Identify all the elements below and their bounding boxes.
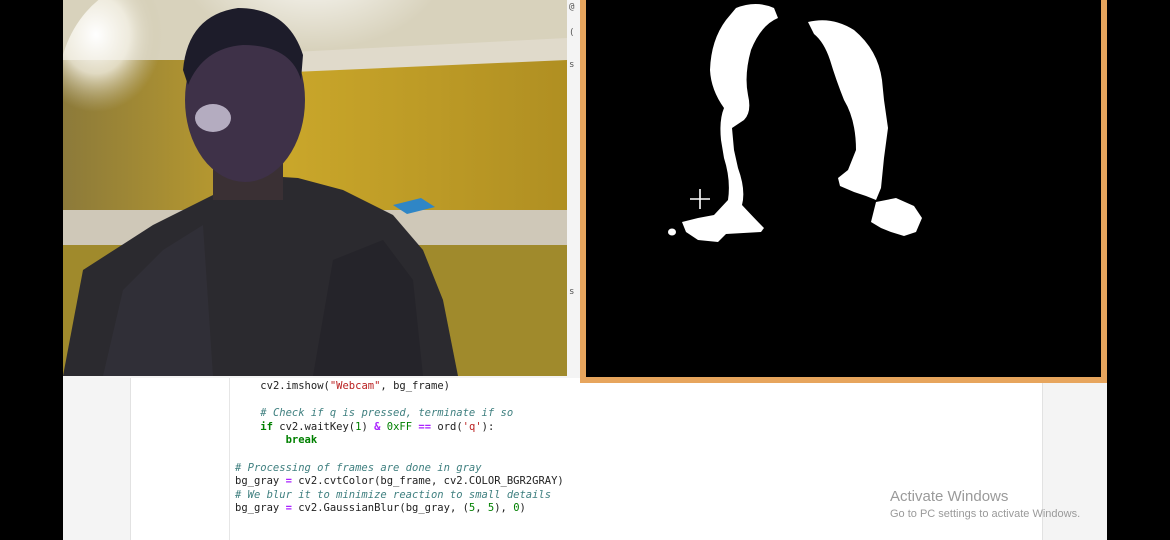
code-token: # Check if q is pressed, terminate if so [260, 407, 514, 420]
code-token: ord( [431, 420, 463, 433]
code-line[interactable]: if cv2.waitKey(1) & 0xFF == ord('q'): [235, 421, 564, 435]
code-line[interactable]: # Check if q is pressed, terminate if so [235, 407, 564, 421]
background-text-fragment: s [569, 60, 575, 70]
background-text-fragment: s [569, 287, 575, 297]
webcam-window[interactable] [63, 0, 567, 376]
code-token: , [475, 502, 488, 515]
code-line[interactable]: bg_gray = cv2.GaussianBlur(bg_gray, (5, … [235, 502, 564, 516]
code-token: == [418, 420, 432, 433]
code-line[interactable]: # We blur it to minimize reaction to sma… [235, 489, 564, 503]
mask-window[interactable] [580, 0, 1107, 383]
code-token: cv2.GaussianBlur(bg_gray, ( [291, 502, 469, 515]
code-token: # We blur it to minimize reaction to sma… [235, 488, 552, 501]
code-token: # Processing of frames are done in gray [235, 461, 482, 474]
code-token: cv2.imshow( [260, 380, 330, 392]
code-token: 'q' [462, 420, 482, 433]
watermark-subtitle: Go to PC settings to activate Windows. [890, 508, 1081, 520]
code-token: cv2.cvtColor(bg_frame, cv2.COLOR_BGR2GRA… [291, 475, 564, 488]
code-line[interactable]: cv2.imshow("Webcam", bg_frame) [235, 380, 564, 394]
code-text[interactable]: cv2.imshow("Webcam", bg_frame) # Check i… [235, 380, 564, 516]
code-token: bg_gray [235, 475, 286, 488]
code-token: 0xFF [386, 420, 413, 433]
code-token: break [285, 434, 318, 447]
code-token: , bg_frame) [380, 380, 450, 392]
code-token: ) [519, 502, 526, 515]
activation-watermark: Activate Windows Go to PC settings to ac… [890, 488, 1080, 522]
background-text-fragment: ( [569, 28, 575, 38]
watermark-title: Activate Windows [890, 488, 1009, 505]
code-line[interactable]: bg_gray = cv2.cvtColor(bg_frame, cv2.COL… [235, 475, 564, 489]
code-token: ), [494, 502, 514, 515]
code-token: bg_gray [235, 502, 286, 515]
background-text-fragment: @ [569, 2, 575, 12]
code-token: "Webcam" [329, 380, 381, 392]
code-token: if [260, 420, 273, 433]
code-line[interactable] [235, 394, 564, 408]
mask-canvas [586, 0, 1101, 377]
threshold-mask-image [586, 0, 1101, 377]
webcam-feed-image [63, 0, 567, 376]
code-token: ): [481, 420, 495, 433]
code-token: cv2.waitKey( [272, 420, 356, 433]
code-line[interactable] [235, 448, 564, 462]
code-line[interactable]: # Processing of frames are done in gray [235, 462, 564, 476]
code-line[interactable]: break [235, 434, 564, 448]
editor-gutter [229, 378, 230, 540]
code-token: ) [361, 420, 375, 433]
